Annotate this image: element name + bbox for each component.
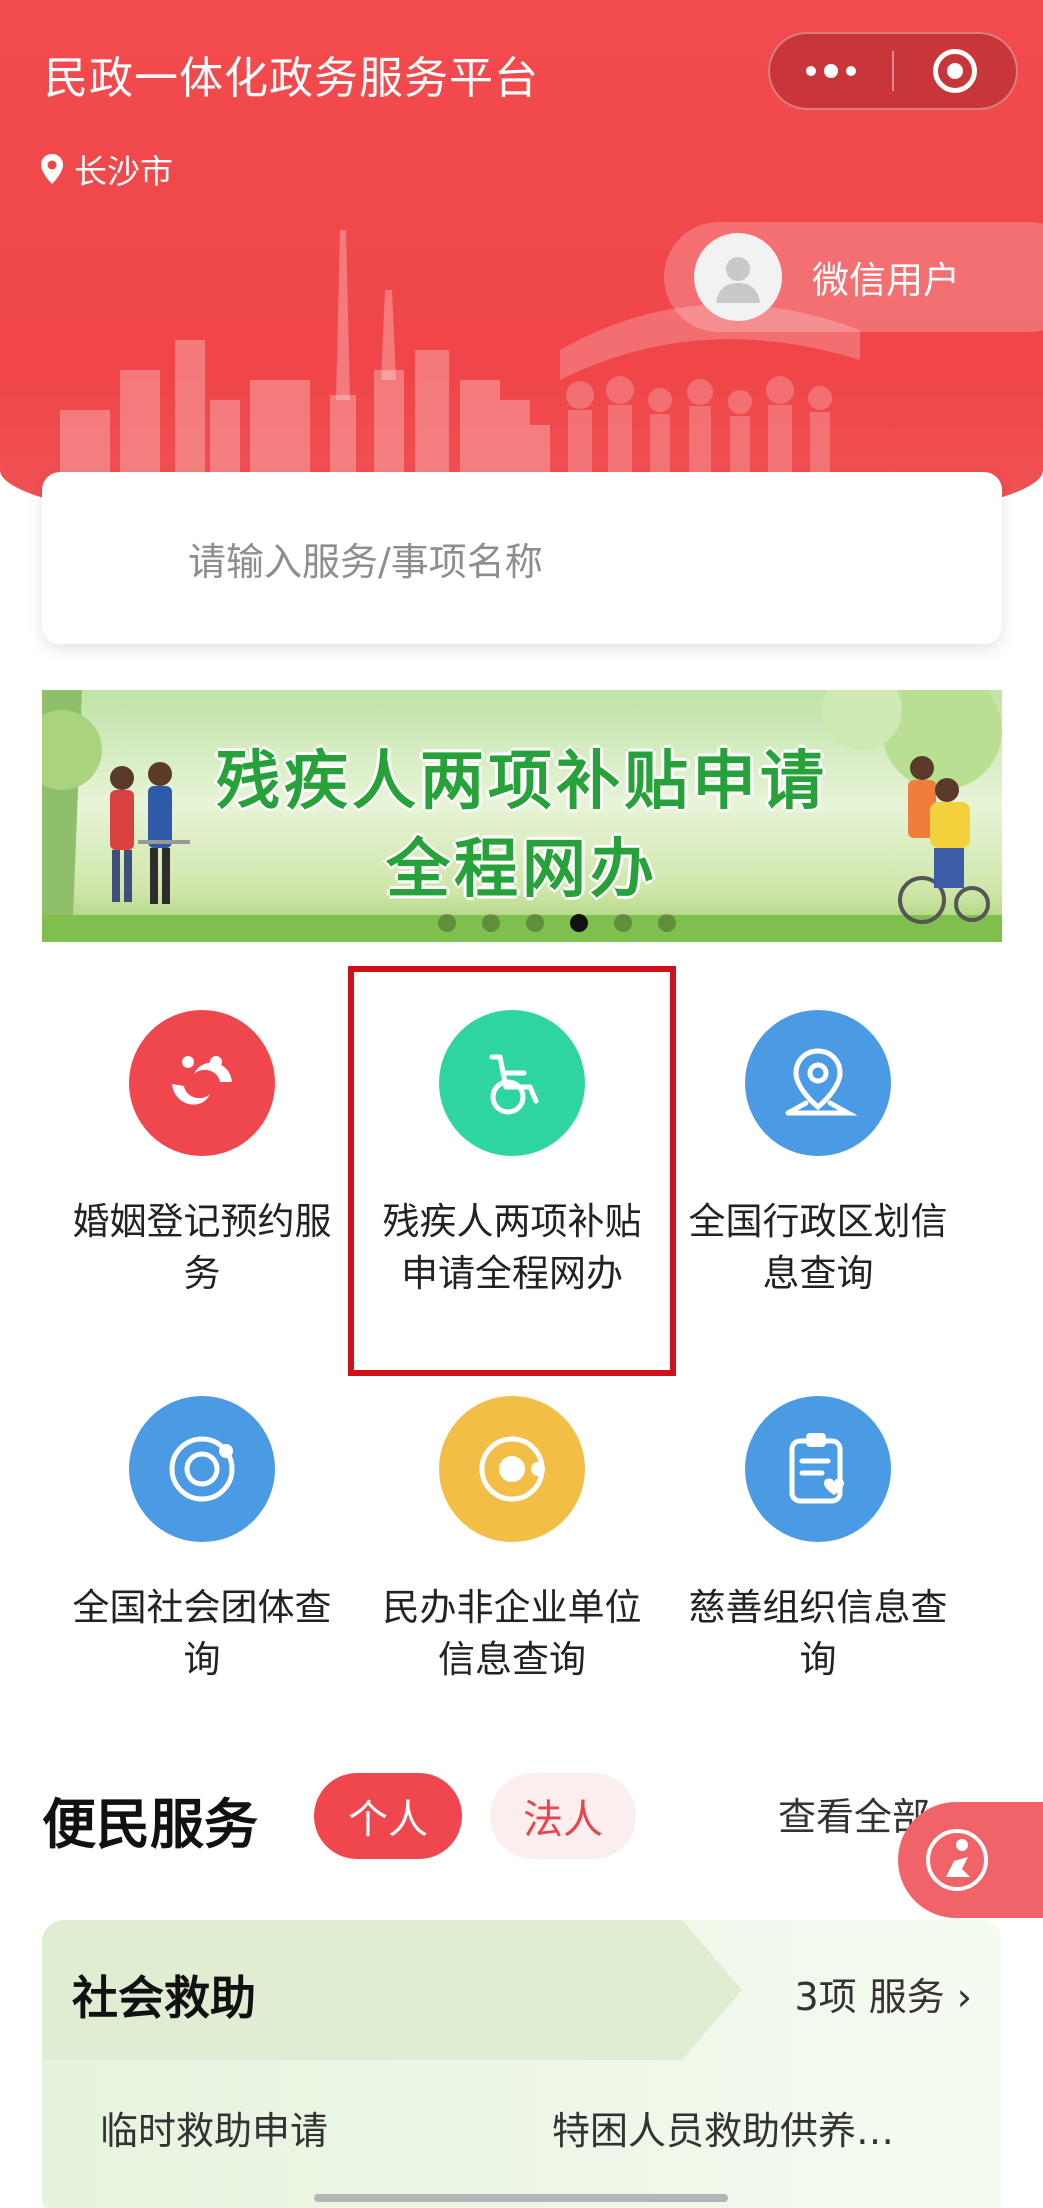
carousel-dot-active[interactable] <box>570 914 588 932</box>
service-marriage-registration[interactable]: 婚姻登记预约服务 <box>52 1010 352 1300</box>
app-title: 民政一体化政务服务平台 <box>44 53 539 104</box>
more-dots-icon <box>806 64 856 78</box>
location-text: 长沙市 <box>74 152 173 191</box>
target-circle-icon <box>933 49 977 93</box>
service-admin-division-query[interactable]: 全国行政区划信息查询 <box>668 1010 968 1300</box>
service-label: 慈善组织信息查询 <box>688 1586 948 1681</box>
orbit-icon <box>129 1396 275 1542</box>
orbit-icon <box>439 1396 585 1542</box>
card-service-item[interactable]: 特困人员救助供养… <box>552 2100 894 2155</box>
more-button[interactable] <box>770 34 892 108</box>
user-silhouette-icon <box>716 257 760 303</box>
mini-program-capsule <box>768 32 1018 110</box>
clipboard-heart-icon <box>745 1396 891 1542</box>
promo-banner[interactable]: 残疾人两项补贴申请 全程网办 <box>42 690 1002 942</box>
service-label: 婚姻登记预约服务 <box>72 1200 332 1295</box>
location-selector[interactable]: 长沙市 <box>40 145 173 193</box>
user-name: 微信用户 <box>812 259 960 302</box>
service-charity-query[interactable]: 慈善组织信息查询 <box>668 1396 968 1686</box>
search-placeholder: 请输入服务/事项名称 <box>188 539 543 584</box>
header-banner: 民政一体化政务服务平台 长沙市 微信用户 <box>0 0 1043 540</box>
carousel-indicator <box>438 914 676 932</box>
service-social-group-query[interactable]: 全国社会团体查询 <box>52 1396 352 1686</box>
banner-subheadline: 全程网办 <box>386 833 658 907</box>
map-pin-icon <box>745 1010 891 1156</box>
close-mini-program-button[interactable] <box>894 34 1016 108</box>
service-label: 民办非企业单位信息查询 <box>382 1586 642 1681</box>
service-category-card[interactable]: 社会救助 3项 服务 › 临时救助申请 特困人员救助供养… <box>42 1920 1002 2208</box>
location-pin-icon <box>41 154 63 184</box>
accessibility-float-button[interactable] <box>898 1802 1043 1918</box>
tab-legal-person[interactable]: 法人 <box>490 1773 636 1859</box>
carousel-dot[interactable] <box>526 914 544 932</box>
avatar <box>694 233 782 321</box>
banner-headline: 残疾人两项补贴申请 <box>216 745 828 819</box>
user-profile-chip[interactable]: 微信用户 <box>664 222 1043 332</box>
service-label: 全国行政区划信息查询 <box>688 1200 948 1295</box>
service-label: 全国社会团体查询 <box>72 1586 332 1681</box>
carousel-dot[interactable] <box>438 914 456 932</box>
service-private-nonenterprise-query[interactable]: 民办非企业单位信息查询 <box>362 1396 662 1686</box>
card-service-count[interactable]: 3项 服务 › <box>794 1966 972 2021</box>
carousel-dot[interactable] <box>658 914 676 932</box>
marriage-icon <box>129 1010 275 1156</box>
highlight-selection-box <box>348 966 676 1376</box>
home-indicator[interactable] <box>314 2194 728 2202</box>
card-service-item[interactable]: 临时救助申请 <box>100 2100 328 2155</box>
accessibility-icon <box>926 1829 988 1891</box>
carousel-dot[interactable] <box>482 914 500 932</box>
search-input[interactable]: 请输入服务/事项名称 <box>42 472 1002 644</box>
section-title: 便民服务 <box>42 1793 258 1856</box>
carousel-dot[interactable] <box>614 914 632 932</box>
card-title: 社会救助 <box>72 1971 256 2025</box>
tab-personal[interactable]: 个人 <box>314 1773 462 1859</box>
